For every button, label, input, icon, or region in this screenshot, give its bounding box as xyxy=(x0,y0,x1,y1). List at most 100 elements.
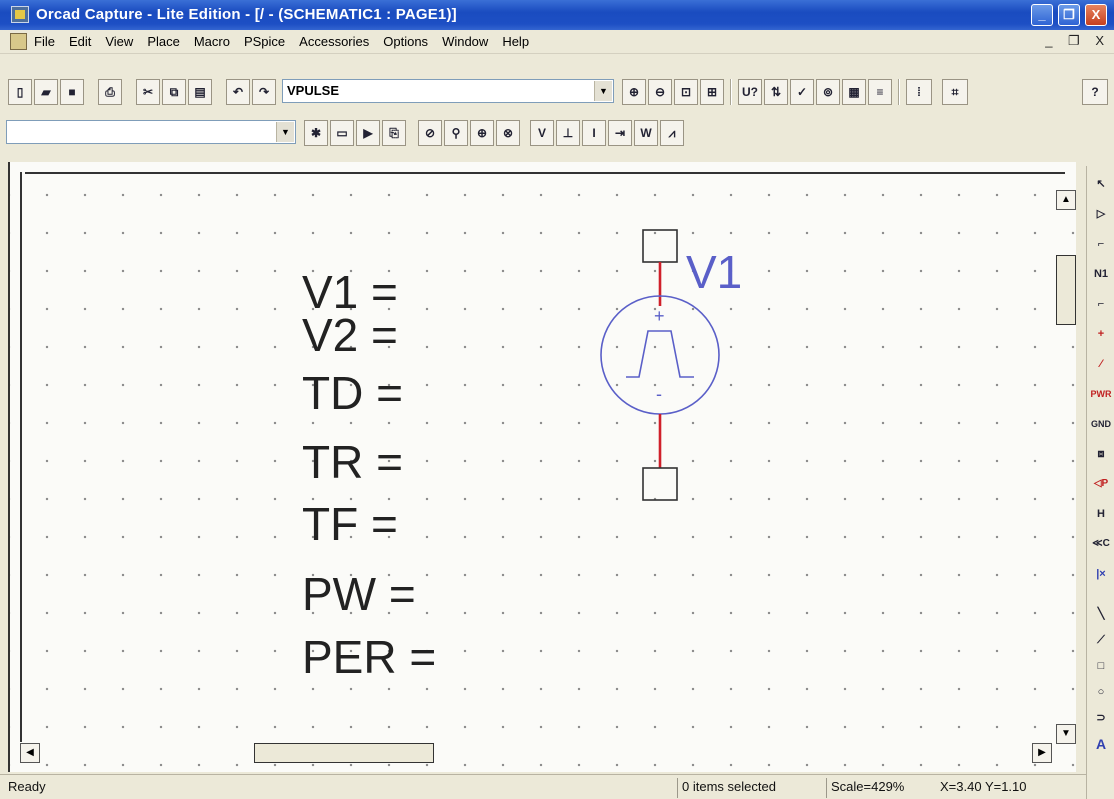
pspice-toolbar: ▼ ✱ ▭ ▶ ⎘ ⊘ ⚲ ⊕ ⊗ V ⊥ I ⇥ W ⩘ xyxy=(0,116,1114,150)
main-toolbar: ▯ ▰ ■ ⎙ ✂ ⧉ ▤ ↶ ↷ VPULSE ▼ ⊕ ⊖ ⊡ ⊞ U? ⇅ … xyxy=(0,75,1114,109)
edit-simulation-settings-icon[interactable]: ▭ xyxy=(330,120,354,146)
cut-icon[interactable]: ✂ xyxy=(136,79,160,105)
copy-icon[interactable]: ⧉ xyxy=(162,79,186,105)
no-connect-icon[interactable]: |× xyxy=(1090,562,1112,586)
snap-to-grid-icon[interactable]: ⁞ xyxy=(906,79,932,105)
power-marker-button[interactable]: W xyxy=(634,120,658,146)
menu-window[interactable]: Window xyxy=(442,34,488,49)
horizontal-scroll-thumb[interactable] xyxy=(254,743,434,763)
run-simulation-icon[interactable]: ▶ xyxy=(356,120,380,146)
menu-macro[interactable]: Macro xyxy=(194,34,230,49)
zoom-all-icon[interactable]: ⊞ xyxy=(700,79,724,105)
pin-box-bottom[interactable] xyxy=(642,467,678,501)
back-annotate-icon[interactable]: ⇅ xyxy=(764,79,788,105)
hierarchical-block-icon[interactable]: ⧈ xyxy=(1090,442,1112,466)
select-arrow-icon[interactable]: ↖ xyxy=(1090,172,1112,196)
part-reference-label[interactable]: V1 xyxy=(686,246,742,298)
restore-button[interactable]: ❐ xyxy=(1058,4,1080,26)
polyline-icon[interactable]: ⟋ xyxy=(1090,628,1112,652)
save-icon[interactable]: ■ xyxy=(60,79,84,105)
param-tf: TF = xyxy=(302,498,398,550)
netlist-icon[interactable]: ⊚ xyxy=(816,79,840,105)
ellipse-icon[interactable]: ○ xyxy=(1090,680,1112,704)
menu-bar: File Edit View Place Macro PSpice Access… xyxy=(0,30,1114,54)
menu-view[interactable]: View xyxy=(105,34,133,49)
off-page-connector-icon[interactable]: ≪C xyxy=(1090,532,1112,556)
vertical-scroll-thumb[interactable] xyxy=(1056,255,1076,325)
schematic-canvas[interactable]: V1 = V2 = TD = TR = TF = PW = PER = + - … xyxy=(8,162,1076,772)
current-into-pin-icon[interactable]: ⊕ xyxy=(470,120,494,146)
undo-icon[interactable]: ↶ xyxy=(226,79,250,105)
current-arrow-icon[interactable]: ⇥ xyxy=(608,120,632,146)
separator xyxy=(730,79,732,105)
menu-file[interactable]: File xyxy=(34,34,55,49)
vpulse-symbol[interactable]: + - V1 xyxy=(570,218,790,518)
paste-icon[interactable]: ▤ xyxy=(188,79,212,105)
close-button[interactable]: X xyxy=(1085,4,1107,26)
param-tr: TR = xyxy=(302,436,403,488)
open-icon[interactable]: ▰ xyxy=(34,79,58,105)
help-button[interactable]: ? xyxy=(1082,79,1108,105)
drc-icon[interactable]: ✓ xyxy=(790,79,814,105)
power-dissipation-marker-icon[interactable]: ⩘ xyxy=(660,120,684,146)
annotate-button[interactable]: U? xyxy=(738,79,762,105)
junction-icon[interactable]: + xyxy=(1090,322,1112,346)
title-bar[interactable]: Orcad Capture - Lite Edition - [/ - (SCH… xyxy=(0,0,1114,30)
probe-icon[interactable]: ⊘ xyxy=(418,120,442,146)
voltage-differential-marker-icon[interactable]: ⊥ xyxy=(556,120,580,146)
voltage-differential-icon[interactable]: ⚲ xyxy=(444,120,468,146)
place-part-icon[interactable]: ▷ xyxy=(1090,202,1112,226)
chevron-down-icon[interactable]: ▼ xyxy=(276,122,294,142)
rectangle-icon[interactable]: □ xyxy=(1090,654,1112,678)
hierarchical-pin-icon[interactable]: H xyxy=(1090,502,1112,526)
menu-place[interactable]: Place xyxy=(147,34,180,49)
ground-icon[interactable]: GND xyxy=(1090,412,1112,436)
power-icon[interactable]: PWR xyxy=(1090,382,1112,406)
param-td: TD = xyxy=(302,367,403,419)
menu-help[interactable]: Help xyxy=(502,34,529,49)
mdi-controls[interactable]: _ ❐ X xyxy=(1045,33,1110,49)
net-alias-icon[interactable]: N1 xyxy=(1090,262,1112,286)
menu-pspice[interactable]: PSpice xyxy=(244,34,285,49)
menu-edit[interactable]: Edit xyxy=(69,34,91,49)
line-icon[interactable]: ╲ xyxy=(1090,602,1112,626)
pulse-waveform-icon xyxy=(626,330,694,378)
zoom-area-icon[interactable]: ⊡ xyxy=(674,79,698,105)
pin-box-top[interactable] xyxy=(642,229,678,263)
document-icon[interactable] xyxy=(10,33,27,50)
menu-options[interactable]: Options xyxy=(383,34,428,49)
view-simulation-results-icon[interactable]: ⎘ xyxy=(382,120,406,146)
cross-reference-icon[interactable]: ▦ xyxy=(842,79,866,105)
project-manager-icon[interactable]: ⌗ xyxy=(942,79,968,105)
bus-icon[interactable]: ⌐ xyxy=(1090,292,1112,316)
wire-icon[interactable]: ⌐ xyxy=(1090,232,1112,256)
part-combo[interactable]: VPULSE ▼ xyxy=(282,79,614,103)
status-coordinates: X=3.40 Y=1.10 xyxy=(940,779,1027,794)
bus-entry-icon[interactable]: ⁄ xyxy=(1090,352,1112,376)
voltage-marker-button[interactable]: V xyxy=(530,120,554,146)
simulation-profile-combo[interactable]: ▼ xyxy=(6,120,296,144)
hierarchical-port-icon[interactable]: ◁P xyxy=(1090,472,1112,496)
current-marker-button[interactable]: I xyxy=(582,120,606,146)
plus-sign: + xyxy=(654,306,665,326)
chevron-down-icon[interactable]: ▼ xyxy=(594,81,612,101)
power-dissipation-icon[interactable]: ⊗ xyxy=(496,120,520,146)
scroll-left-icon[interactable]: ◀ xyxy=(20,743,40,763)
zoom-out-icon[interactable]: ⊖ xyxy=(648,79,672,105)
scroll-up-icon[interactable]: ▲ xyxy=(1056,190,1076,210)
new-simulation-profile-icon[interactable]: ✱ xyxy=(304,120,328,146)
bill-of-materials-icon[interactable]: ≡ xyxy=(868,79,892,105)
print-icon[interactable]: ⎙ xyxy=(98,79,122,105)
new-icon[interactable]: ▯ xyxy=(8,79,32,105)
window-title: Orcad Capture - Lite Edition - [/ - (SCH… xyxy=(36,6,457,23)
minimize-button[interactable]: _ xyxy=(1031,4,1053,26)
zoom-in-icon[interactable]: ⊕ xyxy=(622,79,646,105)
horizontal-scrollbar[interactable]: ◀ ▶ xyxy=(20,741,1075,765)
redo-icon[interactable]: ↷ xyxy=(252,79,276,105)
vertical-scrollbar[interactable]: ▲ ▼ xyxy=(1054,190,1078,760)
scroll-right-icon[interactable]: ▶ xyxy=(1032,743,1052,763)
arc-icon[interactable]: ⊃ xyxy=(1090,706,1112,730)
menu-accessories[interactable]: Accessories xyxy=(299,34,369,49)
text-icon[interactable]: A xyxy=(1090,732,1112,756)
app-icon[interactable] xyxy=(11,6,29,23)
